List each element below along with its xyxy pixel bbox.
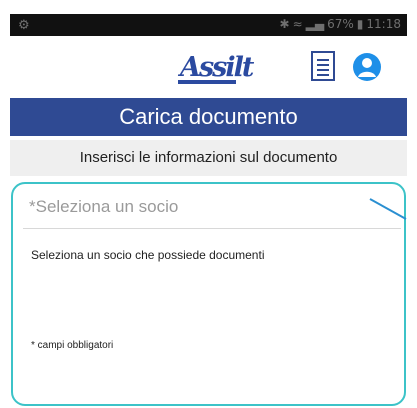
status-bar: ⚙ ✱ ≈ ▂▄ 67% ▮ 11:18 <box>10 14 407 36</box>
bluetooth-icon: ✱ <box>279 17 290 31</box>
signal-icon: ▂▄ <box>305 17 325 31</box>
battery-percent: 67% <box>327 17 354 31</box>
logo-text: Assilt <box>180 52 254 83</box>
dropdown-indicator-icon[interactable] <box>366 197 407 225</box>
partner-select[interactable]: *Seleziona un socio <box>23 192 407 229</box>
document-list-icon[interactable] <box>310 50 336 82</box>
battery-icon: ▮ <box>356 17 364 31</box>
app-header: Assilt <box>10 36 407 98</box>
wifi-icon: ≈ <box>292 17 303 31</box>
required-fields-note: * campi obbligatori <box>31 340 114 351</box>
clock: 11:18 <box>366 17 401 31</box>
assilt-logo[interactable]: Assilt <box>178 46 254 86</box>
page-title: Carica documento <box>10 98 407 136</box>
user-circle-icon[interactable] <box>352 52 382 82</box>
document-form-card: *Seleziona un socio Seleziona un socio c… <box>11 182 407 406</box>
helper-text: Seleziona un socio che possiede document… <box>31 248 265 262</box>
status-icons: ✱ ≈ ▂▄ 67% ▮ 11:18 <box>280 17 401 31</box>
logo-swoosh <box>178 80 236 84</box>
android-debug-icon: ⚙ <box>18 17 30 32</box>
page-subtitle: Inserisci le informazioni sul documento <box>10 140 407 176</box>
partner-select-placeholder: *Seleziona un socio <box>29 197 179 216</box>
